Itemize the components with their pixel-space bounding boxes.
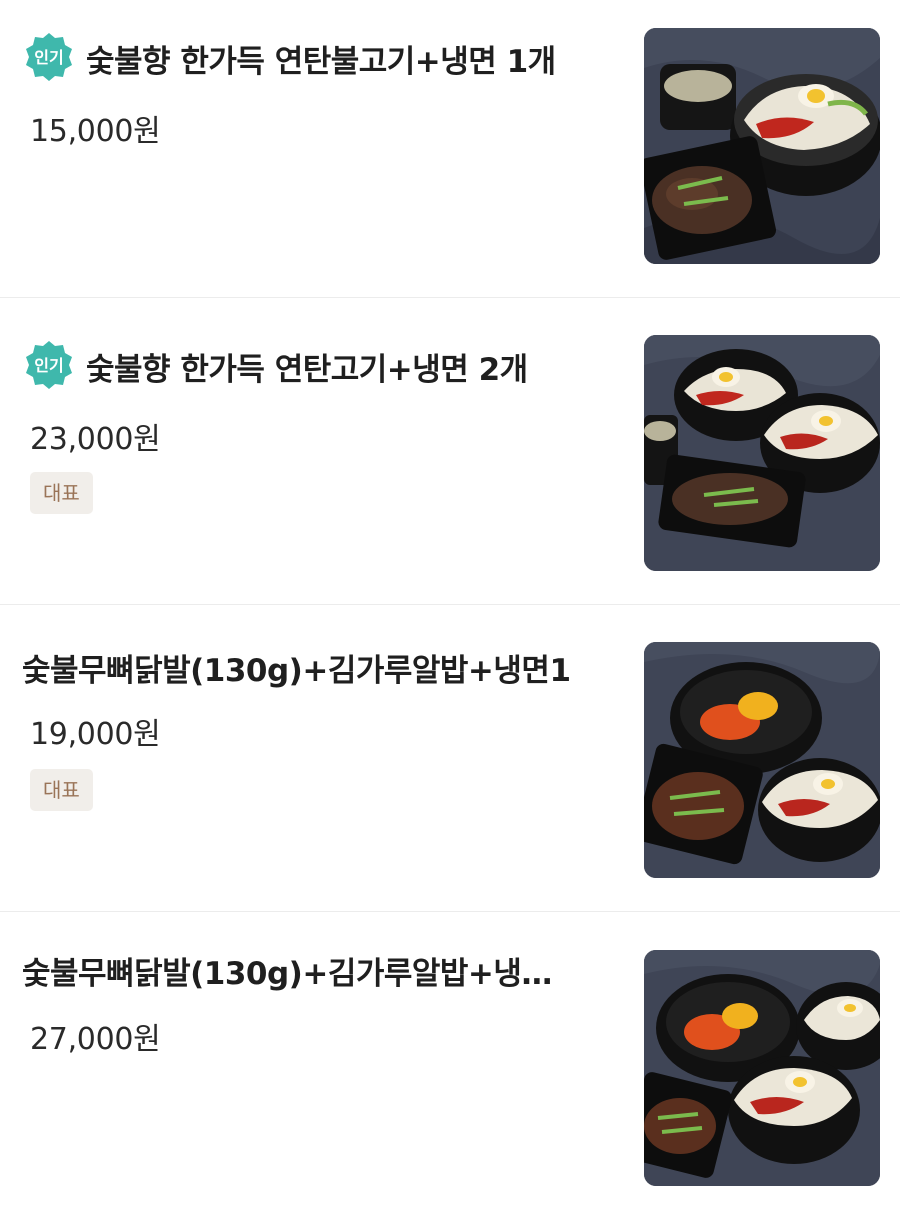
menu-item[interactable]: 숯불무뼈닭발(130g)+김가루알밥+냉면1 19,000원 대표	[0, 605, 900, 912]
menu-item-price: 27,000원	[30, 1022, 161, 1057]
menu-item-title-row: 인기 숯불향 한가득 연탄불고기+냉면 1개	[22, 30, 622, 86]
menu-item-title-row: 인기 숯불향 한가득 연탄고기+냉면 2개	[22, 338, 622, 394]
popular-badge-label: 인기	[34, 48, 64, 67]
menu-item-photo	[644, 28, 880, 264]
representative-tag: 대표	[30, 769, 93, 811]
menu-item[interactable]: 인기 숯불향 한가득 연탄불고기+냉면 1개 15,000원	[0, 0, 900, 298]
menu-item-photo	[644, 642, 880, 878]
menu-item-name: 숯불무뼈닭발(130g)+김가루알밥+냉…	[22, 955, 552, 992]
menu-item-title-row: 숯불무뼈닭발(130g)+김가루알밥+냉면1	[22, 639, 622, 695]
menu-item-price: 19,000원	[30, 717, 161, 752]
popular-badge-label: 인기	[34, 356, 64, 375]
menu-item-price: 15,000원	[30, 114, 161, 149]
popular-badge: 인기	[22, 31, 76, 85]
menu-item-photo	[644, 950, 880, 1186]
popular-badge: 인기	[22, 339, 76, 393]
menu-item-photo	[644, 335, 880, 571]
menu-item-name: 숯불향 한가득 연탄고기+냉면 2개	[86, 351, 528, 388]
menu-item-price: 23,000원	[30, 422, 161, 457]
menu-item[interactable]: 숯불무뼈닭발(130g)+김가루알밥+냉… 27,000원	[0, 912, 900, 1210]
menu-item-name: 숯불무뼈닭발(130g)+김가루알밥+냉면1	[22, 652, 571, 689]
menu-item[interactable]: 인기 숯불향 한가득 연탄고기+냉면 2개 23,000원 대표	[0, 298, 900, 605]
representative-tag: 대표	[30, 472, 93, 514]
menu-list: 인기 숯불향 한가득 연탄불고기+냉면 1개 15,000원 인기 숯불향 한가…	[0, 0, 900, 1210]
menu-item-name: 숯불향 한가득 연탄불고기+냉면 1개	[86, 43, 556, 80]
menu-item-title-row: 숯불무뼈닭발(130g)+김가루알밥+냉…	[22, 942, 622, 998]
